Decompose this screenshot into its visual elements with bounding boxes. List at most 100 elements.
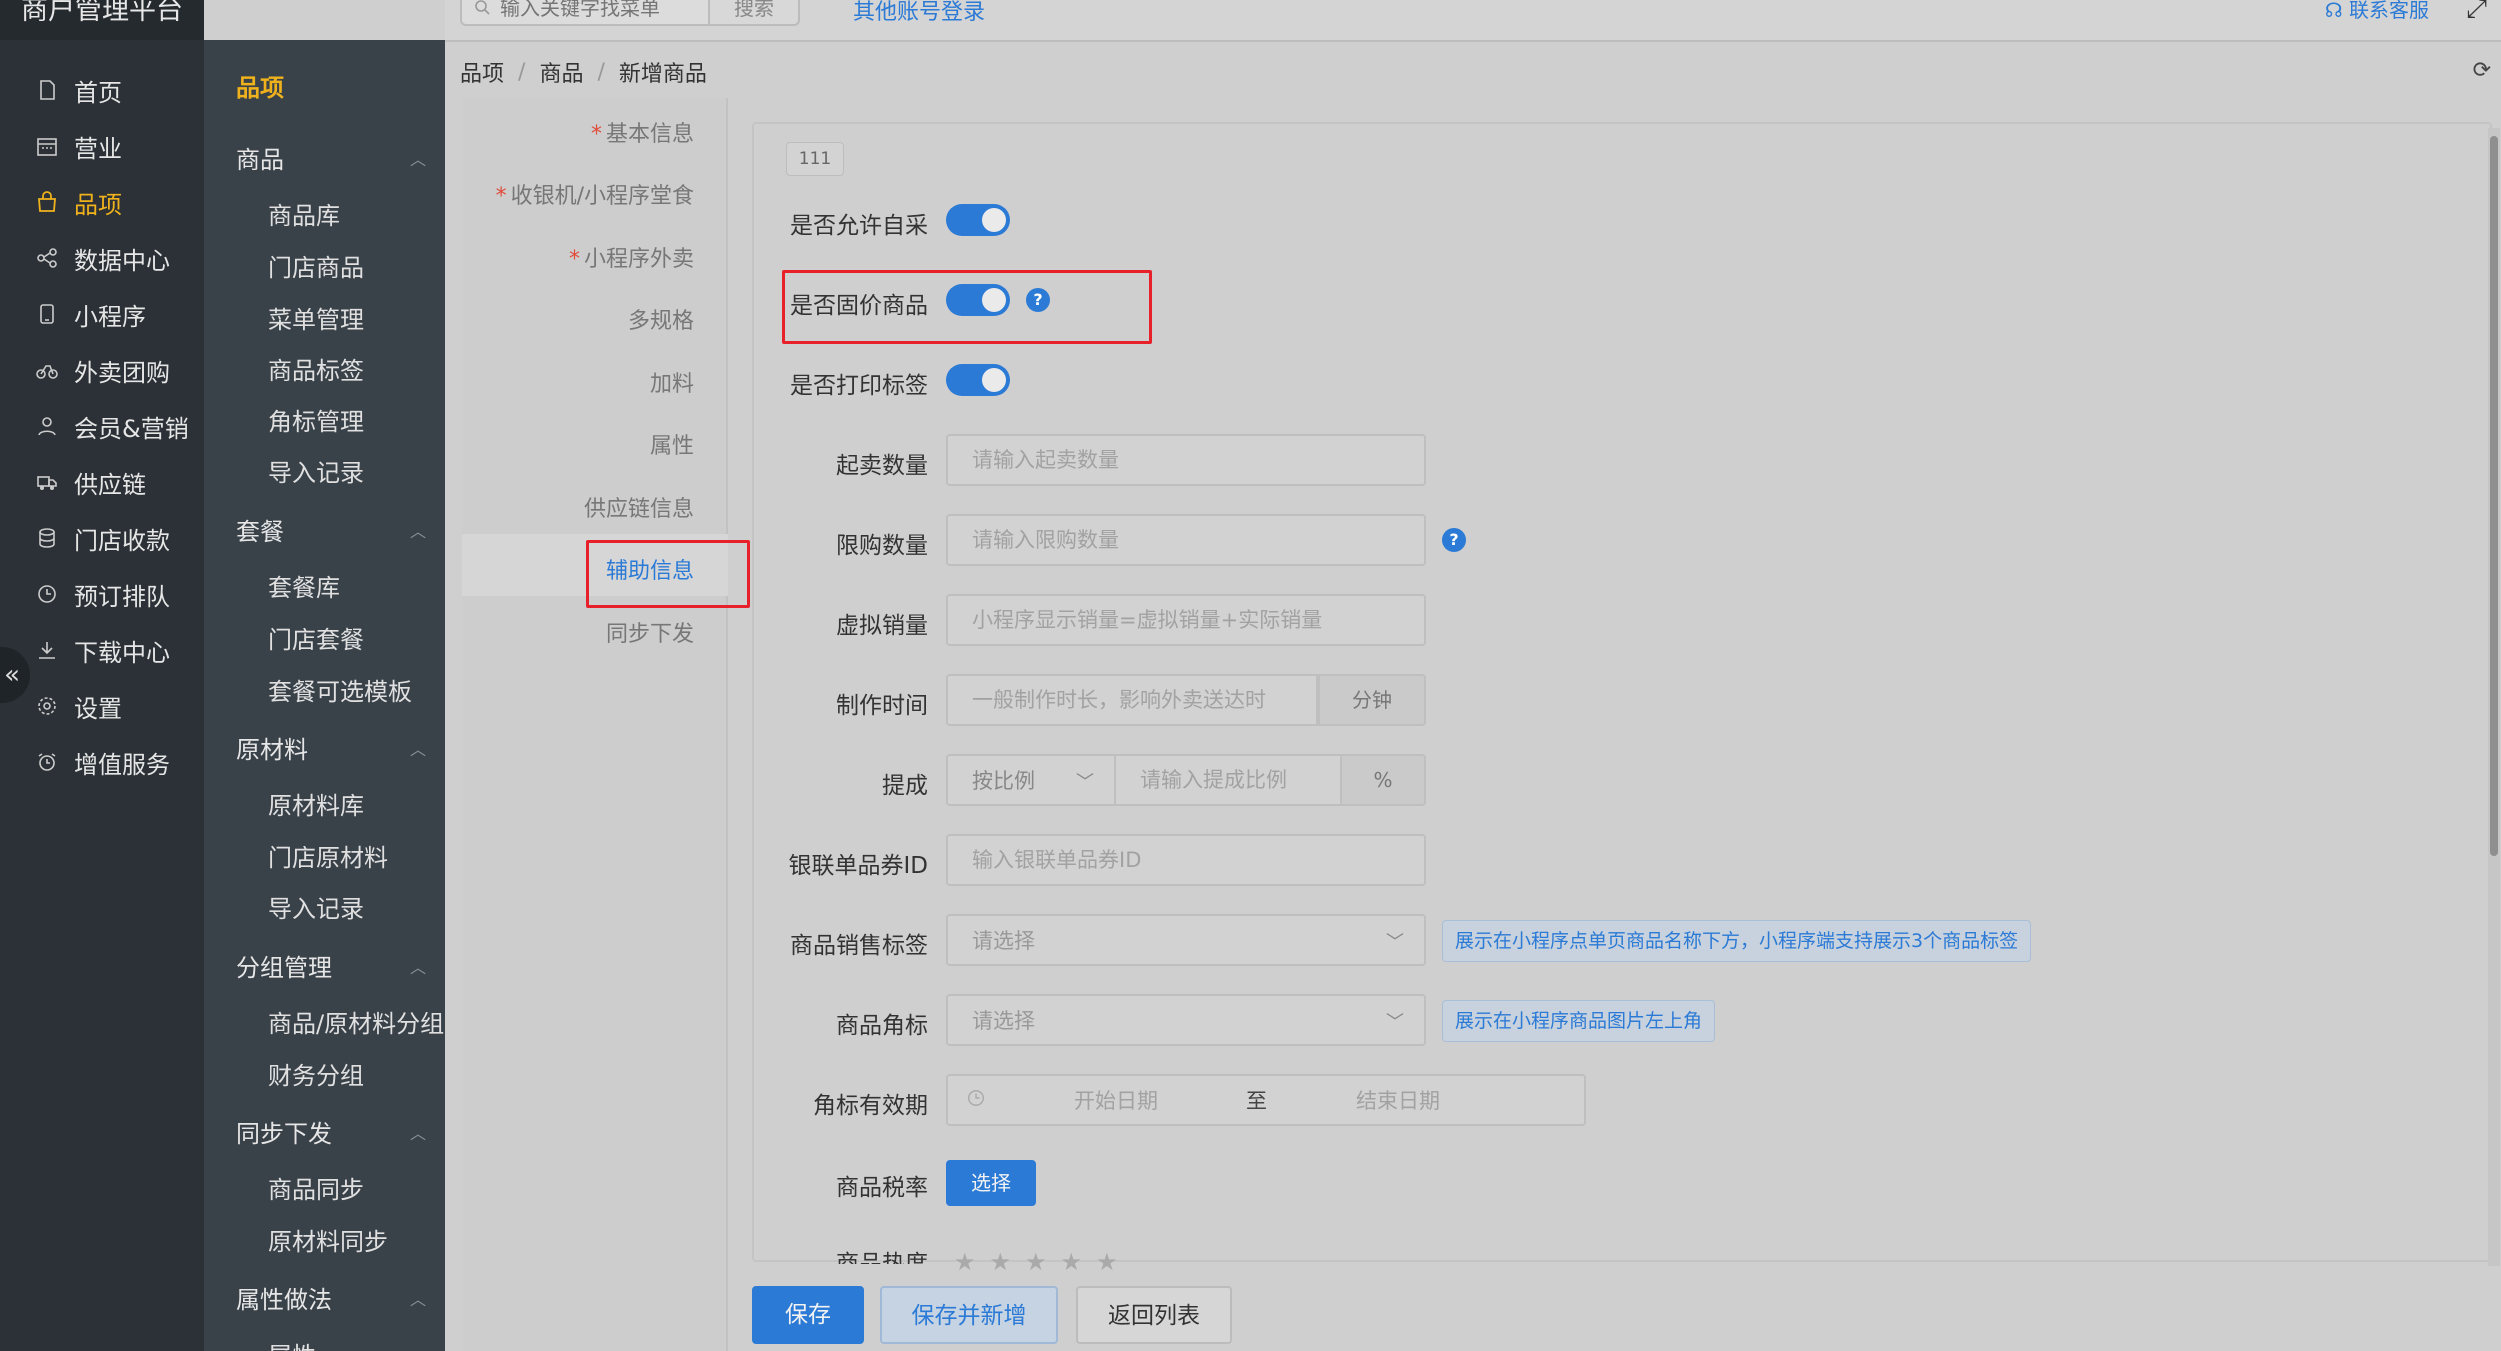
help-icon[interactable]: ?	[1442, 528, 1466, 552]
limit-qty-input[interactable]	[946, 514, 1426, 566]
calendar-icon	[34, 133, 60, 159]
save-button[interactable]: 保存	[752, 1286, 864, 1344]
back-to-list-button[interactable]: 返回列表	[1076, 1286, 1232, 1344]
nav-item-reservation[interactable]: 预订排队	[0, 566, 204, 622]
commission-ratio-input[interactable]	[1114, 754, 1342, 806]
nav-item-download[interactable]: 下载中心	[0, 622, 204, 678]
step-label: 小程序外卖	[583, 247, 694, 272]
sidebar-item-product-sync[interactable]: 商品同步	[268, 1170, 364, 1205]
tax-rate-select-button[interactable]: 选择	[946, 1160, 1036, 1206]
sidebar-item-store-products[interactable]: 门店商品	[268, 248, 364, 283]
sidebar-item-product-groups[interactable]: 商品/原材料分组	[268, 1004, 444, 1039]
nav-item-label: 营业	[74, 134, 122, 163]
nav-item-products[interactable]: 品项	[0, 174, 204, 230]
nav-item-miniprogram[interactable]: 小程序	[0, 286, 204, 342]
scrollbar[interactable]	[2488, 128, 2500, 1266]
clock-icon	[34, 581, 60, 607]
search-button[interactable]: 搜索	[710, 0, 800, 26]
start-date-placeholder[interactable]: 开始日期	[1074, 1085, 1158, 1115]
step-supply-chain[interactable]: 供应链信息	[584, 491, 694, 523]
nav-item-delivery[interactable]: 外卖团购	[0, 342, 204, 398]
scrollbar-thumb[interactable]	[2490, 136, 2498, 856]
nav-group-sync[interactable]: 同步下发 ︿	[236, 1114, 426, 1149]
sidebar-item-product-library[interactable]: 商品库	[268, 196, 340, 231]
share-icon	[34, 245, 60, 271]
sidebar-item-finance-groups[interactable]: 财务分组	[268, 1056, 364, 1091]
chevron-up-icon: ︿	[409, 521, 426, 541]
step-addons[interactable]: 加料	[650, 366, 694, 398]
step-attributes[interactable]: 属性	[650, 428, 694, 460]
chevron-up-icon: ︿	[409, 1289, 426, 1309]
corner-validity-range[interactable]: 开始日期 至 结束日期	[946, 1074, 1586, 1126]
sidebar-item-combo-templates[interactable]: 套餐可选模板	[268, 672, 412, 707]
min-qty-input[interactable]	[946, 434, 1426, 486]
print-label-toggle[interactable]	[946, 364, 1010, 396]
top-bar: 搜索 其他账号登录 ☊ 联系客服 ⤢	[445, 0, 2501, 42]
nav-item-store-payment[interactable]: 门店收款	[0, 510, 204, 566]
nav-item-home[interactable]: 首页	[0, 62, 204, 118]
other-account-login-link[interactable]: 其他账号登录	[853, 0, 985, 26]
nav-item-members[interactable]: 会员&营销	[0, 398, 204, 454]
sales-tag-select[interactable]: 请选择	[946, 914, 1426, 966]
virtual-sales-label: 虚拟销量	[836, 613, 928, 639]
fullscreen-icon[interactable]: ⤢	[2466, 0, 2487, 25]
brand-title: 商户管理平台	[0, 0, 204, 40]
prep-time-unit: 分钟	[1318, 674, 1426, 726]
sidebar-item-product-tags[interactable]: 商品标签	[268, 351, 364, 386]
sidebar-item-corner-tags[interactable]: 角标管理	[268, 402, 364, 437]
menu-search-input[interactable]	[500, 0, 700, 20]
nav-group-label: 分组管理	[236, 954, 332, 982]
nav-group-label: 同步下发	[236, 1120, 332, 1148]
nav-item-data-center[interactable]: 数据中心	[0, 230, 204, 286]
end-date-placeholder[interactable]: 结束日期	[1356, 1085, 1440, 1115]
virtual-sales-input[interactable]	[946, 594, 1426, 646]
unionpay-id-input[interactable]	[946, 834, 1426, 886]
step-basic-info[interactable]: * 基本信息	[591, 116, 694, 148]
prep-time-input[interactable]	[946, 674, 1318, 726]
sidebar-item-menu-management[interactable]: 菜单管理	[268, 300, 364, 335]
nav-item-supply-chain[interactable]: 供应链	[0, 454, 204, 510]
sidebar-item-store-materials[interactable]: 门店原材料	[268, 838, 388, 873]
nav-item-value-added[interactable]: 增值服务	[0, 734, 204, 790]
step-multi-spec[interactable]: 多规格	[628, 303, 694, 335]
nav-item-settings[interactable]: 设置	[0, 678, 204, 734]
step-sync[interactable]: 同步下发	[606, 616, 694, 648]
nav-group-materials[interactable]: 原材料 ︿	[236, 730, 426, 765]
nav-item-label: 小程序	[74, 302, 146, 331]
sidebar-item-material-library[interactable]: 原材料库	[268, 786, 364, 821]
refresh-icon[interactable]: ⟳	[2473, 58, 2491, 83]
nav-item-label: 预订排队	[74, 582, 170, 611]
nav-item-label: 增值服务	[74, 750, 170, 779]
nav-group-products[interactable]: 商品 ︿	[236, 140, 426, 175]
nav-item-business[interactable]: 营业	[0, 118, 204, 174]
allow-self-purchase-toggle[interactable]	[946, 204, 1010, 236]
nav-item-label: 门店收款	[74, 526, 170, 555]
step-pos-dine-in[interactable]: * 收银机/小程序堂食	[496, 178, 694, 210]
sidebar-item-attributes[interactable]: 属性	[268, 1336, 316, 1351]
headset-icon: ☊	[2324, 0, 2349, 22]
menu-search-box[interactable]	[460, 0, 710, 26]
sales-tag-label: 商品销售标签	[790, 933, 928, 959]
save-and-new-button[interactable]: 保存并新增	[880, 1286, 1058, 1344]
commission-unit: %	[1340, 754, 1426, 806]
tag-chip: 111	[786, 142, 844, 176]
sales-tag-placeholder: 请选择	[972, 929, 1035, 953]
nav-group-attributes[interactable]: 属性做法 ︿	[236, 1280, 426, 1315]
sidebar-item-store-combos[interactable]: 门店套餐	[268, 620, 364, 655]
step-label: 收银机/小程序堂食	[510, 184, 694, 209]
sales-tag-hint: 展示在小程序点单页商品名称下方，小程序端支持展示3个商品标签	[1442, 920, 2032, 962]
heat-rating-stars[interactable]: ★★★★★	[954, 1248, 1132, 1276]
nav-group-grouping[interactable]: 分组管理 ︿	[236, 948, 426, 983]
sidebar-item-combo-library[interactable]: 套餐库	[268, 568, 340, 603]
breadcrumb-item[interactable]: 商品	[539, 56, 583, 88]
sidebar-item-import-records[interactable]: 导入记录	[268, 453, 364, 488]
corner-tag-select[interactable]: 请选择	[946, 994, 1426, 1046]
step-takeaway[interactable]: * 小程序外卖	[569, 241, 694, 273]
sidebar-item-material-import[interactable]: 导入记录	[268, 889, 364, 924]
contact-support-link[interactable]: ☊ 联系客服	[2325, 0, 2429, 23]
breadcrumb-item[interactable]: 品项	[460, 56, 504, 88]
sidebar-item-material-sync[interactable]: 原材料同步	[268, 1222, 388, 1257]
highlight-box-step	[586, 540, 750, 608]
nav-group-combos[interactable]: 套餐 ︿	[236, 512, 426, 547]
bike-icon	[34, 357, 60, 383]
